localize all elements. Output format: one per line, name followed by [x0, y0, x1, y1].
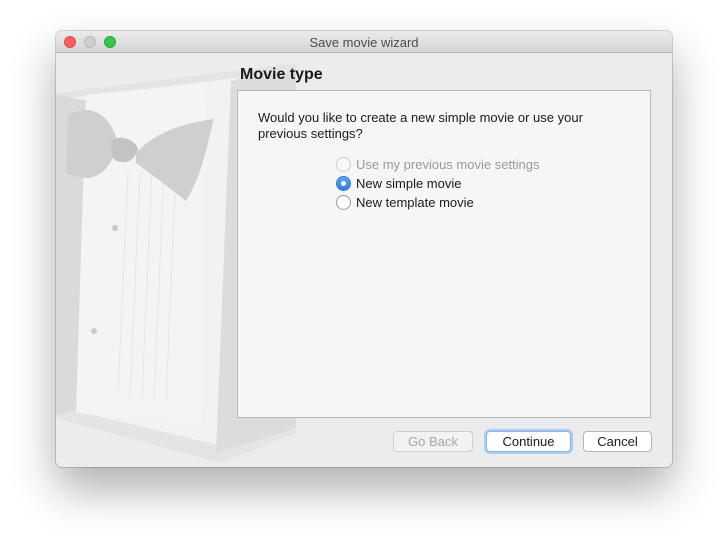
- title-bar[interactable]: Save movie wizard: [56, 31, 672, 53]
- option-label[interactable]: New template movie: [356, 195, 474, 210]
- radio-button-new-template-movie[interactable]: [336, 194, 351, 210]
- radio-button-previous-settings: [336, 156, 351, 172]
- radio-selected-dot: [341, 180, 346, 186]
- continue-button[interactable]: Continue: [486, 431, 571, 452]
- window-title: Save movie wizard: [309, 35, 419, 50]
- go-back-button: Go Back: [393, 431, 473, 452]
- page-title: Movie type: [240, 66, 323, 83]
- wizard-window: Save movie wizard Movie type Would you l…: [56, 31, 672, 467]
- option-new-simple-movie[interactable]: New simple movie: [336, 174, 461, 192]
- cancel-button[interactable]: Cancel: [583, 431, 652, 452]
- radio-button-new-simple-movie[interactable]: [336, 175, 351, 191]
- content-panel: Would you like to create a new simple mo…: [237, 90, 651, 418]
- option-label[interactable]: New simple movie: [356, 176, 461, 191]
- option-label: Use my previous movie settings: [356, 156, 540, 172]
- question-text: Would you like to create a new simple mo…: [258, 110, 583, 141]
- option-previous-settings: Use my previous movie settings: [336, 155, 540, 173]
- option-new-template-movie[interactable]: New template movie: [336, 193, 474, 211]
